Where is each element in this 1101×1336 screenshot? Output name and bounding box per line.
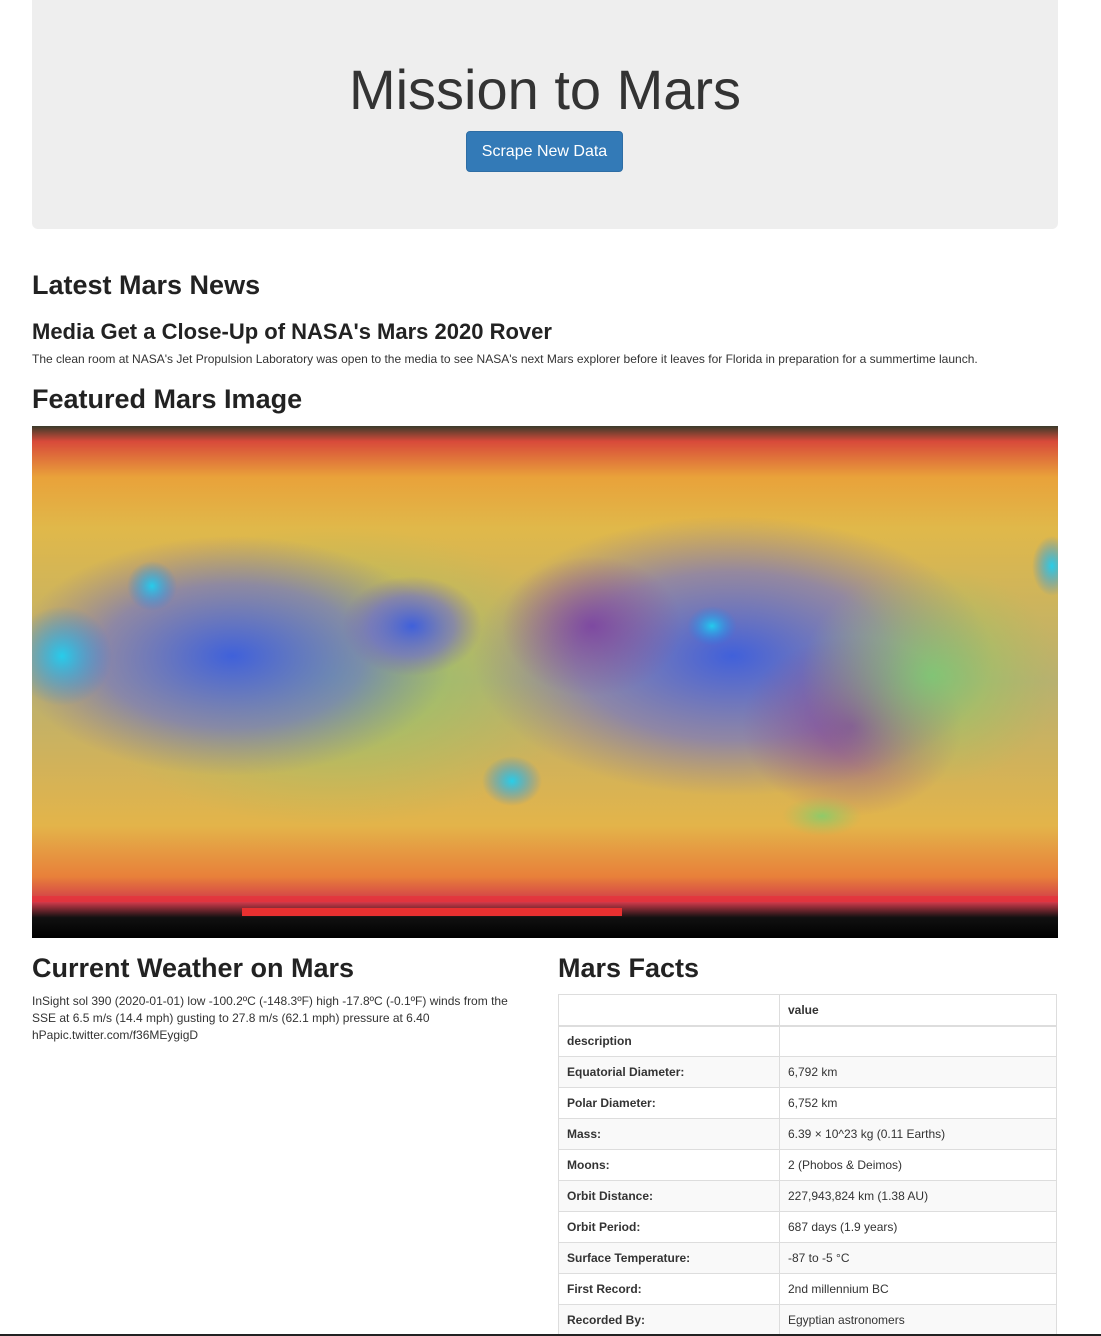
fact-value: 6.39 × 10^23 kg (0.11 Earths) — [779, 1118, 1057, 1150]
mars-facts-table: value description Equatorial Diameter: 6,… — [558, 994, 1057, 1336]
fact-label: Recorded By: — [558, 1304, 780, 1336]
fact-value: -87 to -5 °C — [779, 1242, 1057, 1274]
fact-value: 2nd millennium BC — [779, 1273, 1057, 1305]
fact-value — [779, 1025, 1057, 1057]
table-row: Polar Diameter: 6,752 km — [558, 1087, 1057, 1119]
mars-map-image — [32, 426, 1058, 938]
fact-label: Mass: — [558, 1118, 780, 1150]
fact-value: 687 days (1.9 years) — [779, 1211, 1057, 1243]
facts-header-cell — [558, 994, 780, 1027]
fact-value: 6,792 km — [779, 1056, 1057, 1088]
table-row: First Record: 2nd millennium BC — [558, 1273, 1057, 1305]
fact-label: Equatorial Diameter: — [558, 1056, 780, 1088]
jumbotron-header: Mission to Mars Scrape New Data — [32, 0, 1058, 229]
latest-news-heading: Latest Mars News — [32, 270, 261, 300]
table-row: Recorded By: Egyptian astronomers — [558, 1304, 1057, 1336]
table-row: Mass: 6.39 × 10^23 kg (0.11 Earths) — [558, 1118, 1057, 1150]
weather-heading: Current Weather on Mars — [32, 953, 355, 983]
table-row: Equatorial Diameter: 6,792 km — [558, 1056, 1057, 1088]
facts-header-cell: value — [779, 994, 1057, 1027]
table-row: Orbit Distance: 227,943,824 km (1.38 AU) — [558, 1180, 1057, 1212]
fact-label: First Record: — [558, 1273, 780, 1305]
featured-mars-image[interactable] — [32, 426, 1058, 938]
news-paragraph: The clean room at NASA's Jet Propulsion … — [32, 352, 978, 366]
weather-tweet-text: InSight sol 390 (2020-01-01) low -100.2º… — [32, 994, 508, 1042]
page-title: Mission to Mars — [348, 58, 742, 121]
table-row: Moons: 2 (Phobos & Deimos) — [558, 1149, 1057, 1181]
fact-value: 2 (Phobos & Deimos) — [779, 1149, 1057, 1181]
fact-label: Orbit Period: — [558, 1211, 780, 1243]
fact-label: Orbit Distance: — [558, 1180, 780, 1212]
table-row: Orbit Period: 687 days (1.9 years) — [558, 1211, 1057, 1243]
table-row: Surface Temperature: -87 to -5 °C — [558, 1242, 1057, 1274]
fact-value: 227,943,824 km (1.38 AU) — [779, 1180, 1057, 1212]
table-row: description — [558, 1025, 1057, 1057]
scrape-new-data-button[interactable]: Scrape New Data — [466, 131, 623, 172]
fact-value: Egyptian astronomers — [779, 1304, 1057, 1336]
news-headline: Media Get a Close-Up of NASA's Mars 2020… — [32, 319, 552, 344]
fact-label: Surface Temperature: — [558, 1242, 780, 1274]
featured-image-heading: Featured Mars Image — [32, 384, 303, 414]
fact-value: 6,752 km — [779, 1087, 1057, 1119]
fact-label: Moons: — [558, 1149, 780, 1181]
fact-label: description — [558, 1025, 780, 1057]
facts-header-row: value — [558, 994, 1057, 1027]
fact-label: Polar Diameter: — [558, 1087, 780, 1119]
mars-facts-heading: Mars Facts — [558, 953, 700, 983]
